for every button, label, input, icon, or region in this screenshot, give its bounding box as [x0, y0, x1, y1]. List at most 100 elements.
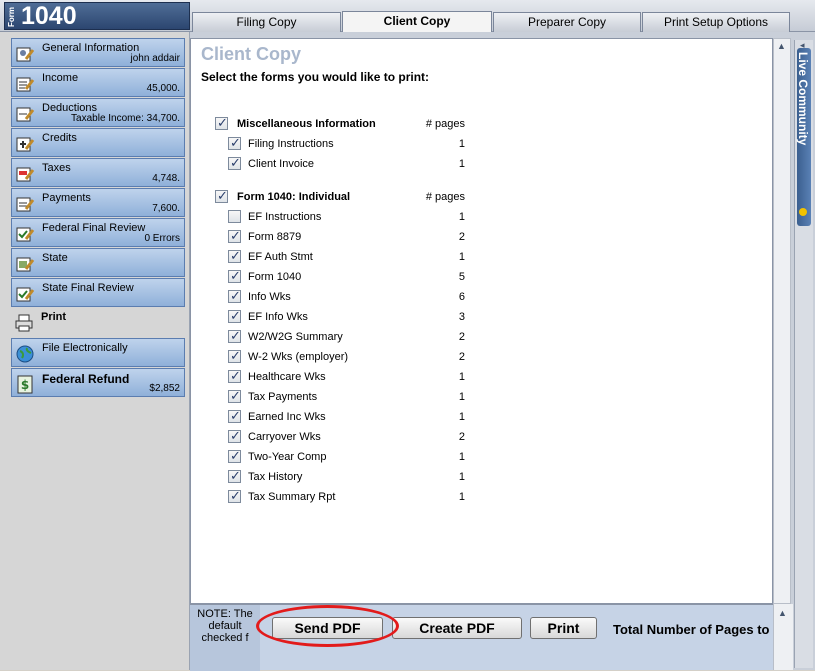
sidebar-item-state-final-review[interactable]: State Final Review: [11, 278, 185, 307]
printer-icon: [15, 314, 33, 332]
sidebar-item-label: State Final Review: [42, 282, 134, 294]
sidebar-item-federal-refund[interactable]: $ Federal Refund $2,852: [11, 368, 185, 397]
print-button[interactable]: Print: [530, 617, 597, 639]
form-name: Info Wks: [248, 291, 291, 303]
form-row: Filing Instructions 1: [215, 135, 465, 153]
form-checkbox[interactable]: [228, 468, 241, 484]
form-name: EF Instructions: [248, 211, 322, 223]
form-page-count: 2: [458, 231, 465, 243]
form-checkbox[interactable]: [228, 210, 241, 223]
form-page-count: 1: [458, 391, 465, 403]
sidebar-item-label: Taxes: [42, 162, 71, 174]
group-checkbox[interactable]: [215, 188, 228, 204]
form-name: EF Info Wks: [248, 311, 308, 323]
deductions-pencil-icon: [16, 107, 35, 122]
credits-pencil-icon: [16, 137, 35, 152]
form-checkbox[interactable]: [228, 388, 241, 404]
form-checkbox[interactable]: [228, 228, 241, 244]
form-checkbox[interactable]: [228, 488, 241, 504]
form-row: W-2 Wks (employer) 2: [215, 348, 465, 366]
form-row: EF Info Wks 3: [215, 308, 465, 326]
tab-preparer-copy[interactable]: Preparer Copy: [493, 12, 641, 32]
form-name: EF Auth Stmt: [248, 251, 313, 263]
form-row: Tax Summary Rpt 1: [215, 488, 465, 506]
sidebar-item-general-information[interactable]: General Information john addair: [11, 38, 185, 67]
sidebar-item-income[interactable]: Income 45,000.: [11, 68, 185, 97]
group-row-miscellaneous: Miscellaneous Information # pages: [215, 115, 465, 133]
form-checkbox[interactable]: [228, 155, 241, 171]
sidebar-item-credits[interactable]: Credits: [11, 128, 185, 157]
form-checkbox[interactable]: [228, 288, 241, 304]
form-row: Earned Inc Wks 1: [215, 408, 465, 426]
form-name: Earned Inc Wks: [248, 411, 326, 423]
form-row: Form 1040 5: [215, 268, 465, 286]
form-page-count: 1: [458, 138, 465, 150]
form-page-count: 1: [458, 158, 465, 170]
total-pages-label: Total Number of Pages to: [613, 622, 770, 637]
form-checkbox[interactable]: [228, 348, 241, 364]
form-row: Tax History 1: [215, 468, 465, 486]
sidebar-item-label: Print: [41, 311, 67, 323]
group-checkbox[interactable]: [215, 115, 228, 131]
pages-column-header: # pages: [425, 191, 465, 203]
form-name: Tax Summary Rpt: [248, 491, 336, 503]
sidebar-item-label: Federal Refund: [42, 372, 130, 386]
live-community-panel[interactable]: ◂ Live Community: [794, 40, 813, 668]
sidebar-item-file-electronically[interactable]: File Electronically: [11, 338, 185, 367]
payments-pencil-icon: [16, 197, 35, 212]
scroll-up-icon[interactable]: ▲: [777, 41, 786, 51]
tab-print-setup-options[interactable]: Print Setup Options: [642, 12, 790, 32]
form-row: Info Wks 6: [215, 288, 465, 306]
form-checkbox[interactable]: [228, 268, 241, 284]
group-name: Form 1040: Individual: [237, 191, 351, 203]
form-page-count: 2: [458, 351, 465, 363]
form-checkbox[interactable]: [228, 328, 241, 344]
sidebar-item-print[interactable]: Print: [11, 308, 185, 337]
income-pencil-icon: [16, 77, 35, 92]
form-checkbox[interactable]: [228, 368, 241, 384]
form-name: Form 8879: [248, 231, 302, 243]
create-pdf-button[interactable]: Create PDF: [392, 617, 522, 639]
tab-client-copy[interactable]: Client Copy: [342, 11, 492, 32]
form-name: W2/W2G Summary: [248, 331, 343, 343]
send-pdf-highlight-circle: [256, 605, 399, 647]
sidebar-item-value: john addair: [130, 53, 180, 64]
form-checkbox[interactable]: [228, 428, 241, 444]
form-row: W2/W2G Summary 2: [215, 328, 465, 346]
sidebar-item-value: 7,600.: [152, 203, 180, 214]
tab-filing-copy[interactable]: Filing Copy: [192, 12, 341, 32]
sidebar-item-value: 45,000.: [146, 83, 180, 94]
vertical-scrollbar[interactable]: ▲: [773, 38, 791, 604]
sidebar-item-deductions[interactable]: Deductions Taxable Income: 34,700.: [11, 98, 185, 127]
logo-form-label: Form: [7, 7, 16, 27]
state-pencil-icon: [16, 257, 35, 272]
form-checkbox[interactable]: [228, 408, 241, 424]
form-page-count: 1: [458, 491, 465, 503]
sidebar: General Information john addair Income 4…: [0, 32, 190, 670]
sidebar-item-federal-final-review[interactable]: Federal Final Review 0 Errors: [11, 218, 185, 247]
sidebar-item-label: Income: [42, 72, 79, 84]
form-name: W-2 Wks (employer): [248, 351, 349, 363]
sidebar-item-value: 4,748.: [152, 173, 180, 184]
form-name: Tax History: [248, 471, 303, 483]
form-row: EF Instructions 1: [215, 208, 465, 226]
form-checkbox[interactable]: [228, 308, 241, 324]
form-page-count: 2: [458, 331, 465, 343]
bottom-scrollbar[interactable]: ▲: [773, 604, 793, 670]
form-name: Tax Payments: [248, 391, 318, 403]
form-row: Two-Year Comp 1: [215, 448, 465, 466]
scroll-up-icon[interactable]: ▲: [778, 608, 787, 618]
svg-text:$: $: [21, 378, 29, 392]
form-name: Carryover Wks: [248, 431, 321, 443]
pages-column-header: # pages: [425, 118, 465, 130]
page-title: Client Copy: [201, 44, 302, 64]
form-checkbox[interactable]: [228, 448, 241, 464]
sidebar-item-label: General Information: [42, 42, 140, 54]
sidebar-item-value: 0 Errors: [144, 233, 180, 244]
form-checkbox[interactable]: [228, 135, 241, 151]
sidebar-item-payments[interactable]: Payments 7,600.: [11, 188, 185, 217]
sidebar-item-taxes[interactable]: Taxes 4,748.: [11, 158, 185, 187]
form-checkbox[interactable]: [228, 248, 241, 264]
group-row-form-1040: Form 1040: Individual # pages: [215, 188, 465, 206]
sidebar-item-state[interactable]: State: [11, 248, 185, 277]
